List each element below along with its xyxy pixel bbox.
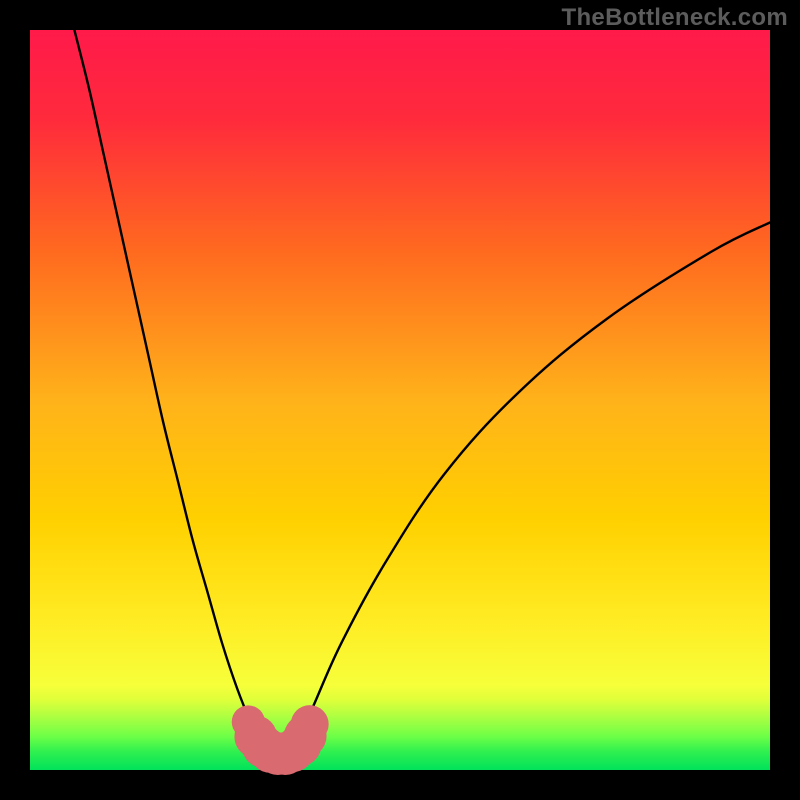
sweet-spot-dot [291,705,329,743]
plot-background [30,30,770,770]
chart-svg [0,0,800,800]
chart-stage: TheBottleneck.com [0,0,800,800]
watermark-text: TheBottleneck.com [562,4,788,32]
